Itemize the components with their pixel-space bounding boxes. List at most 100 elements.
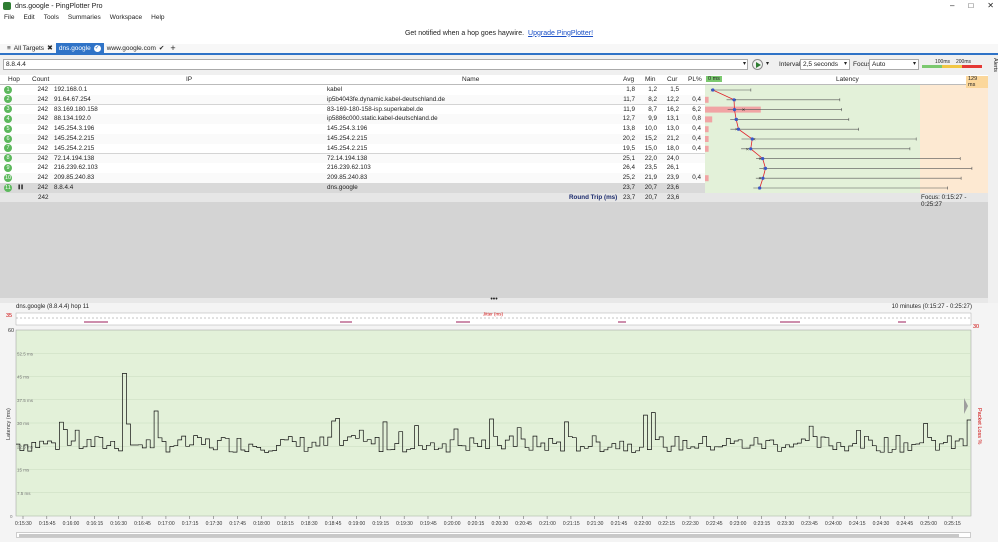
x-tick-label: 0:21:45 — [611, 521, 628, 527]
avg-latency-point — [761, 157, 765, 161]
x-tick-label: 0:25:15 — [944, 521, 961, 527]
latency-max-label: 129 ms — [966, 76, 988, 88]
focus-select[interactable]: Auto ▾ — [869, 59, 919, 70]
x-tick-label: 0:18:30 — [301, 521, 318, 527]
x-tick-label: 0:18:15 — [277, 521, 294, 527]
hop-row[interactable]: 8 242 72.14.194.138 72.14.194.138 25,1 22,0 24… — [0, 153, 705, 164]
x-tick-label: 0:22:15 — [658, 521, 675, 527]
minimize-icon[interactable]: – — [950, 1, 954, 10]
col-name[interactable]: Name — [462, 76, 479, 83]
hop-min: 10,0 — [644, 125, 657, 133]
hop-row[interactable]: 9 242 216.239.62.103 216.239.62.103 26,4 23,5… — [0, 163, 705, 173]
hop-row[interactable]: 5 242 145.254.3.196 145.254.3.196 13,8 10,0 13… — [0, 124, 705, 134]
close-icon[interactable]: ✕ — [987, 1, 994, 10]
x-tick-label: 0:17:30 — [206, 521, 223, 527]
menu-workspace[interactable]: Workspace — [110, 14, 142, 21]
hop-name: 83-169-180-158-isp.superkabel.de — [327, 105, 424, 113]
hop-min: 21,9 — [644, 174, 657, 182]
hop-min: 8,7 — [648, 105, 657, 113]
target-address-input[interactable]: 8.8.4.4 ▾ — [3, 59, 748, 70]
summary-row: 242 Round Trip (ms) 23,7 20,7 23,6 Focus… — [0, 193, 988, 208]
hop-number: 1 — [4, 85, 12, 94]
x-tick-label: 0:23:30 — [777, 521, 794, 527]
scrollbar-thumb[interactable] — [19, 534, 959, 537]
chevron-down-icon[interactable]: ▾ — [766, 60, 769, 67]
hop-min: 15,2 — [644, 135, 657, 142]
hop-count: 242 — [37, 115, 48, 123]
hop-count: 242 — [37, 164, 48, 172]
latency-scale-legend: 100ms 200ms — [922, 59, 982, 69]
col-hop[interactable]: Hop — [8, 76, 20, 83]
hop-pl: 0,8 — [692, 115, 701, 123]
col-pl[interactable]: PL% — [688, 76, 702, 83]
hop-pl: 0,4 — [692, 95, 701, 103]
jitter-max-label: 35 — [6, 313, 12, 319]
y2-axis-label: Packet Loss % — [976, 408, 982, 444]
avg-latency-point — [761, 176, 765, 180]
x-tick-label: 0:23:00 — [730, 521, 747, 527]
hop-cur: 21,2 — [666, 135, 679, 142]
x-tick-label: 0:21:15 — [563, 521, 580, 527]
col-ip[interactable]: IP — [186, 76, 192, 83]
packet-loss-bar — [705, 96, 709, 103]
window-controls: – □ ✕ — [950, 1, 994, 10]
hop-count: 242 — [37, 105, 48, 113]
x-tick-label: 0:19:30 — [396, 521, 413, 527]
hop-row[interactable]: 2 242 91.64.67.254 ip5b4043fe.dynamic.kabel… — [0, 94, 705, 105]
col-cur[interactable]: Cur — [667, 76, 677, 83]
hop-avg: 25,1 — [622, 154, 635, 162]
col-avg[interactable]: Avg — [623, 76, 634, 83]
hop-avg: 11,7 — [623, 95, 635, 103]
tab-label: dns.google — [58, 44, 91, 52]
summary-cur: 23,6 — [667, 194, 680, 201]
close-tab-icon[interactable]: ✖ — [47, 44, 53, 52]
menu-file[interactable]: File — [4, 14, 14, 21]
interval-label: Interval — [779, 61, 801, 68]
alerts-side-tab[interactable]: Alerts — [988, 55, 998, 75]
col-latency[interactable]: Latency — [836, 76, 859, 83]
chevron-down-icon[interactable]: ▾ — [743, 60, 746, 69]
menu-edit[interactable]: Edit — [23, 14, 34, 21]
hop-name: 145.254.3.196 — [327, 125, 368, 133]
hop-count: 242 — [37, 135, 48, 142]
x-tick-label: 0:22:30 — [682, 521, 699, 527]
menu-summaries[interactable]: Summaries — [68, 14, 101, 21]
hop-row[interactable]: 4 242 88.134.192.0 ip5886c000.static.kabel-… — [0, 114, 705, 124]
x-tick-label: 0:20:00 — [444, 521, 461, 527]
loss-max-label: 30 — [973, 324, 979, 330]
current-latency-marker: × — [758, 176, 761, 182]
menu-help[interactable]: Help — [151, 14, 164, 21]
timeline-scrollbar[interactable] — [16, 532, 971, 538]
col-min[interactable]: Min — [645, 76, 655, 83]
hop-count: 242 — [37, 174, 48, 182]
hop-row[interactable]: 3 242 83.169.180.158 83-169-180-158-isp.sup… — [0, 104, 705, 115]
start-trace-button[interactable] — [752, 59, 763, 70]
hop-cur: 18,0 — [666, 144, 679, 152]
graph-icon[interactable]: ▐▐ — [17, 184, 23, 189]
x-tick-label: 0:17:15 — [182, 521, 199, 527]
x-tick-label: 0:24:30 — [873, 521, 890, 527]
maximize-icon[interactable]: □ — [968, 1, 973, 10]
tab-dns-google[interactable]: dns.google ✓ — [55, 43, 104, 53]
chevron-down-icon: ▾ — [912, 61, 916, 67]
focus-value: Auto — [872, 61, 886, 68]
add-tab-button[interactable]: + — [167, 43, 178, 53]
hop-row[interactable]: 11 ▐▐ 242 8.8.4.4 dns.google 23,7 20,7 23,6 — [0, 183, 705, 193]
menu-tools[interactable]: Tools — [44, 14, 59, 21]
upgrade-link[interactable]: Upgrade PingPlotter! — [528, 30, 593, 37]
hop-min: 9,9 — [648, 115, 657, 123]
hop-ip: 8.8.4.4 — [54, 184, 74, 191]
hop-cur: 26,1 — [666, 164, 679, 172]
hop-row[interactable]: 1 242 192.168.0.1 kabel 1,8 1,2 1,5 — [0, 85, 705, 95]
hop-pl: 0,4 — [692, 174, 701, 182]
tab-all-targets[interactable]: ≡ All Targets ✖ — [4, 43, 56, 53]
interval-select[interactable]: 2,5 seconds ▾ — [800, 59, 850, 70]
x-tick-label: 0:19:00 — [349, 521, 366, 527]
hop-count: 242 — [37, 95, 48, 103]
hop-row[interactable]: 10 242 209.85.240.83 209.85.240.83 25,2 21,9 2… — [0, 173, 705, 183]
col-count[interactable]: Count — [32, 76, 49, 83]
hop-row[interactable]: 7 242 145.254.2.215 145.254.2.215 19,5 15,0 18… — [0, 143, 705, 154]
tab-www-google[interactable]: www.google.com ✔ — [104, 43, 168, 53]
hop-ip: 88.134.192.0 — [54, 115, 91, 123]
hop-row[interactable]: 6 242 145.254.2.215 145.254.2.215 20,2 15,2 21… — [0, 134, 705, 144]
